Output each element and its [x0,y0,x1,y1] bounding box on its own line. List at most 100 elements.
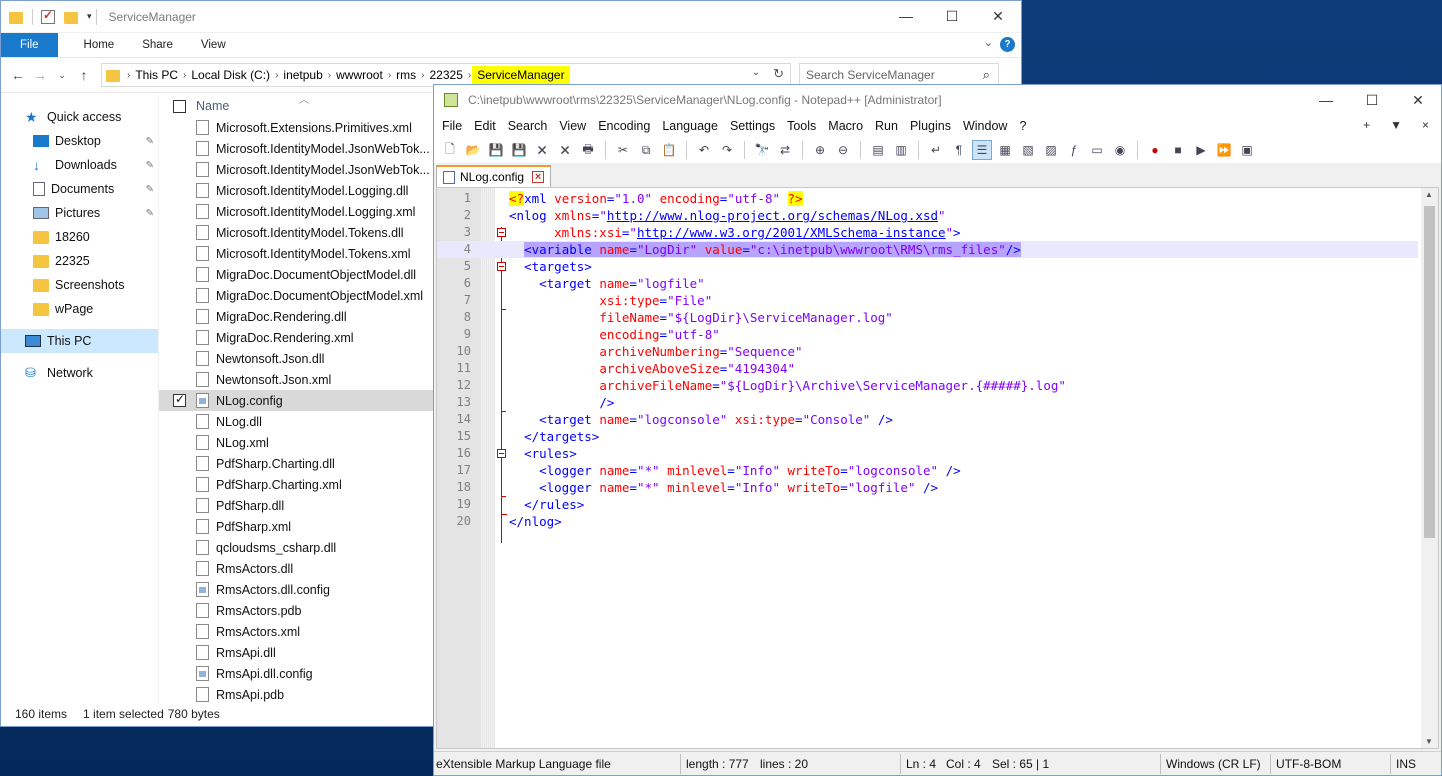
status-insert-mode[interactable]: INS [1396,757,1416,771]
doc-map-icon[interactable]: ▧ [1018,140,1038,160]
find-icon[interactable]: 🔭 [752,140,772,160]
forward-arrow-icon[interactable]: → [29,67,51,83]
breadcrumb-servicemanager[interactable]: ServiceManager [472,66,570,84]
row-checkbox[interactable] [173,392,186,407]
code-url[interactable]: http://www.nlog-project.org/schemas/NLog… [607,208,938,223]
row-checkbox[interactable] [173,226,186,239]
nav-this-pc[interactable]: This PC [1,329,158,353]
row-checkbox[interactable] [173,625,186,638]
menu-help[interactable]: ? [1013,119,1032,133]
row-checkbox[interactable] [173,373,186,386]
sync-vertical-icon[interactable]: ▤ [868,140,888,160]
replace-icon[interactable]: ⇄ [775,140,795,160]
help-icon[interactable]: ? [1000,37,1015,52]
row-checkbox[interactable] [173,583,186,596]
record-macro-icon[interactable]: ● [1145,140,1165,160]
close-tab-icon[interactable]: × [1422,118,1429,132]
close-file-icon[interactable]: 🗙 [532,140,552,160]
row-checkbox[interactable] [173,499,186,512]
row-checkbox[interactable] [173,436,186,449]
select-all-checkbox[interactable] [173,99,186,113]
nav-downloads[interactable]: ↓ Downloads ✎ [1,153,158,177]
row-checkbox[interactable] [173,541,186,554]
breadcrumb-inetpub[interactable]: inetpub [279,68,326,82]
code-editor[interactable]: 1 <?xml version="1.0" encoding="utf-8" ?>… [436,187,1439,749]
minimize-button[interactable]: — [883,1,929,31]
paste-icon[interactable]: 📋 [659,140,679,160]
print-icon[interactable]: 🖶 [578,140,598,160]
redo-icon[interactable]: ↷ [717,140,737,160]
tab-share[interactable]: Share [128,33,187,57]
menu-encoding[interactable]: Encoding [592,119,656,133]
save-icon[interactable]: 💾 [486,140,506,160]
row-checkbox[interactable] [173,457,186,470]
fold-collapse-icon[interactable] [497,262,506,271]
menu-tools[interactable]: Tools [781,119,822,133]
save-macro-icon[interactable]: ▣ [1237,140,1257,160]
row-checkbox[interactable] [173,205,186,218]
scrollbar-thumb[interactable] [1424,206,1435,538]
row-checkbox[interactable] [173,562,186,575]
function-list-icon[interactable]: ƒ [1064,140,1084,160]
breadcrumb-22325[interactable]: 22325 [426,68,467,82]
row-checkbox[interactable] [173,142,186,155]
back-arrow-icon[interactable]: ← [7,67,29,83]
tab-home[interactable]: Home [70,33,129,57]
indent-guide-icon[interactable]: ☰ [972,140,992,160]
nav-wpage[interactable]: wPage [1,297,158,321]
nav-screenshots[interactable]: Screenshots [1,273,158,297]
menu-file[interactable]: File [436,119,468,133]
row-checkbox[interactable] [173,121,186,134]
close-button[interactable]: ✕ [975,1,1021,31]
tab-list-icon[interactable]: ▼ [1390,118,1402,132]
row-checkbox[interactable] [173,520,186,533]
row-checkbox[interactable] [173,331,186,344]
zoom-out-icon[interactable]: ⊖ [833,140,853,160]
menu-view[interactable]: View [553,119,592,133]
menu-window[interactable]: Window [957,119,1013,133]
doc-list-icon[interactable]: ▨ [1041,140,1061,160]
status-eol[interactable]: Windows (CR LF) [1166,757,1261,771]
row-checkbox[interactable] [173,478,186,491]
row-checkbox[interactable] [173,247,186,260]
fold-collapse-icon[interactable] [497,228,506,237]
run-macro-multiple-icon[interactable]: ⏩ [1214,140,1234,160]
breadcrumb-rms[interactable]: rms [392,68,420,82]
nav-desktop[interactable]: Desktop ✎ [1,129,158,153]
nav-pictures[interactable]: Pictures ✎ [1,201,158,225]
refresh-icon[interactable]: ↻ [773,66,784,82]
tab-nlog-config[interactable]: NLog.config × [436,165,552,187]
properties-icon[interactable] [41,8,55,24]
sync-horizontal-icon[interactable]: ▥ [891,140,911,160]
save-all-icon[interactable]: 💾 [509,140,529,160]
menu-edit[interactable]: Edit [468,119,502,133]
stop-macro-icon[interactable]: ■ [1168,140,1188,160]
menu-run[interactable]: Run [869,119,904,133]
new-tab-icon[interactable]: + [1363,118,1370,132]
row-checkbox[interactable] [173,415,186,428]
play-macro-icon[interactable]: ▶ [1191,140,1211,160]
nav-22325[interactable]: 22325 [1,249,158,273]
up-arrow-icon[interactable]: ↑ [73,67,95,83]
minimize-button[interactable]: — [1303,85,1349,115]
nav-quick-access[interactable]: ★ Quick access [1,105,158,129]
nav-documents[interactable]: Documents ✎ [1,177,158,201]
row-checkbox[interactable] [173,268,186,281]
code-area[interactable]: 1 <?xml version="1.0" encoding="utf-8" ?>… [437,190,1418,530]
folder-workspace-icon[interactable]: ▭ [1087,140,1107,160]
breadcrumb-this-pc[interactable]: This PC [131,68,182,82]
close-icon[interactable]: × [532,171,545,183]
row-checkbox[interactable] [173,184,186,197]
breadcrumb-local-disk[interactable]: Local Disk (C:) [187,68,274,82]
status-encoding[interactable]: UTF-8-BOM [1276,757,1341,771]
copy-icon[interactable]: ⧉ [636,140,656,160]
close-button[interactable]: ✕ [1395,85,1441,115]
address-dropdown-icon[interactable]: ⌄ [752,67,760,78]
tab-view[interactable]: View [187,33,240,57]
tab-file[interactable]: File [1,33,58,57]
recent-locations-icon[interactable]: ⌄ [51,70,73,81]
cut-icon[interactable]: ✂ [613,140,633,160]
row-checkbox[interactable] [173,646,186,659]
expand-ribbon-icon[interactable]: ⌄ [984,36,993,49]
show-all-chars-icon[interactable]: ¶ [949,140,969,160]
